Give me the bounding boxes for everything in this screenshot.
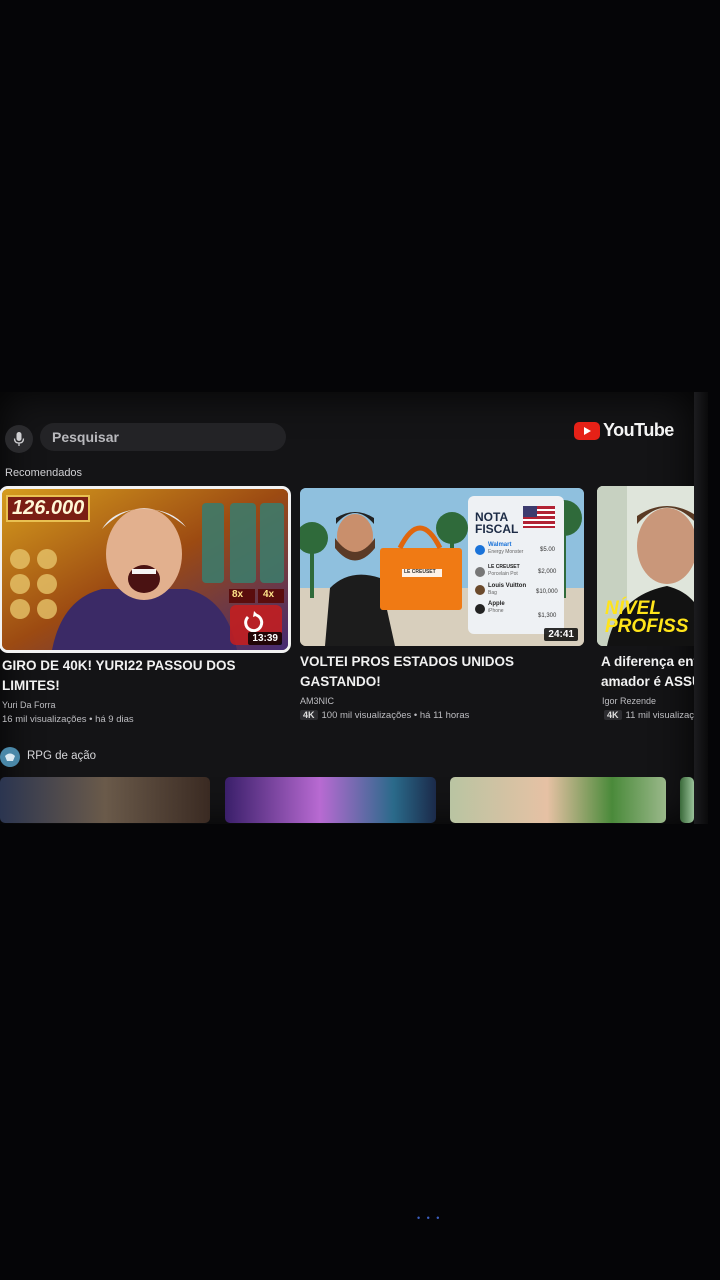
receipt-item: Energy Monster — [488, 549, 524, 555]
rpg-category-icon — [0, 747, 20, 767]
standby-indicator: • • • — [417, 1213, 442, 1223]
receipt-item: Porcelain Pot — [488, 571, 518, 577]
video-meta: 4K 100 mil visualizações • há 11 horas — [300, 710, 585, 721]
receipt-heading-line2: FISCAL — [475, 522, 519, 536]
video-title-line1: A diferença ent — [601, 654, 694, 669]
tv-bezel-edge — [694, 392, 708, 824]
video-thumbnail[interactable]: 126.000 8x 4x 13:39 — [0, 486, 291, 653]
tv-screen: Pesquisar YouTube Recomendados 126.000 8… — [0, 392, 694, 824]
receipt-price: $10,000 — [536, 589, 558, 595]
video-meta-text: 11 mil visualizaçõe — [625, 710, 694, 721]
youtube-play-icon — [574, 421, 600, 440]
4k-badge: 4K — [604, 710, 622, 720]
bag-label: LE CREUSET — [404, 569, 436, 575]
rpg-video-thumbnail-1[interactable] — [0, 777, 210, 823]
video-title-line2: amador é ASSU — [601, 674, 694, 689]
thumbnail-art — [300, 488, 584, 646]
receipt-store: Walmart — [488, 542, 512, 548]
video-title-line1: GIRO DE 40K! YURI22 PASSOU DOS — [2, 658, 236, 673]
rpg-video-thumbnail-4[interactable] — [680, 777, 694, 823]
video-title-line2: LIMITES! — [2, 678, 60, 693]
youtube-wordmark: YouTube — [603, 420, 674, 440]
duration-badge: 24:41 — [544, 628, 578, 641]
thumb-multiplier-1: 8x — [232, 589, 244, 600]
microphone-icon — [13, 432, 25, 446]
search-placeholder: Pesquisar — [52, 429, 119, 445]
search-input[interactable]: Pesquisar — [40, 423, 286, 451]
4k-badge: 4K — [300, 710, 318, 720]
video-card-3[interactable]: NÍVEL PROFISS A diferença ent amador é A… — [597, 486, 694, 721]
thumb-multiplier-2: 4x — [263, 589, 275, 600]
receipt-store: Apple — [488, 601, 505, 607]
channel-name: Igor Rezende — [602, 696, 657, 706]
receipt-store: LE CREUSET — [488, 564, 520, 570]
video-title-line1: VOLTEI PROS ESTADOS UNIDOS — [300, 654, 515, 669]
voice-search-button[interactable] — [5, 425, 33, 453]
channel-name: AM3NIC — [300, 696, 335, 706]
video-card-2[interactable]: LE CREUSET NOTA FISCAL Walmart Energy Mo… — [300, 488, 585, 721]
receipt-store: Louis Vuitton — [488, 583, 527, 589]
channel-name: Yuri Da Forra — [2, 700, 56, 710]
receipt-item: Bag — [488, 590, 497, 596]
video-meta: 4K11 mil visualizaçõe — [604, 710, 694, 721]
video-thumbnail[interactable]: NÍVEL PROFISS — [597, 486, 694, 646]
thumb-text-line2: PROFISS — [605, 616, 689, 637]
video-title-line2: GASTANDO! — [300, 674, 381, 689]
video-meta: 16 mil visualizações • há 9 dias — [2, 714, 134, 725]
youtube-logo: YouTube — [574, 420, 674, 441]
video-thumbnail[interactable]: LE CREUSET NOTA FISCAL Walmart Energy Mo… — [300, 488, 584, 646]
receipt-item: iPhone — [488, 608, 504, 614]
thumb-score: 126.000 — [6, 495, 91, 522]
video-meta-text: 100 mil visualizações • há 11 horas — [321, 710, 470, 721]
receipt-price: $5.00 — [540, 547, 556, 553]
duration-badge: 13:39 — [248, 632, 282, 645]
rpg-video-thumbnail-3[interactable] — [450, 777, 666, 823]
section-title-rpg: RPG de ação — [27, 750, 97, 762]
video-card-1[interactable]: 126.000 8x 4x 13:39 GIRO DE 40K! YURI22 … — [0, 486, 292, 725]
receipt-price: $1,300 — [538, 613, 557, 619]
rpg-video-thumbnail-2[interactable] — [225, 777, 436, 823]
section-title-recommended: Recomendados — [5, 467, 83, 479]
receipt-price: $2,000 — [538, 569, 557, 575]
